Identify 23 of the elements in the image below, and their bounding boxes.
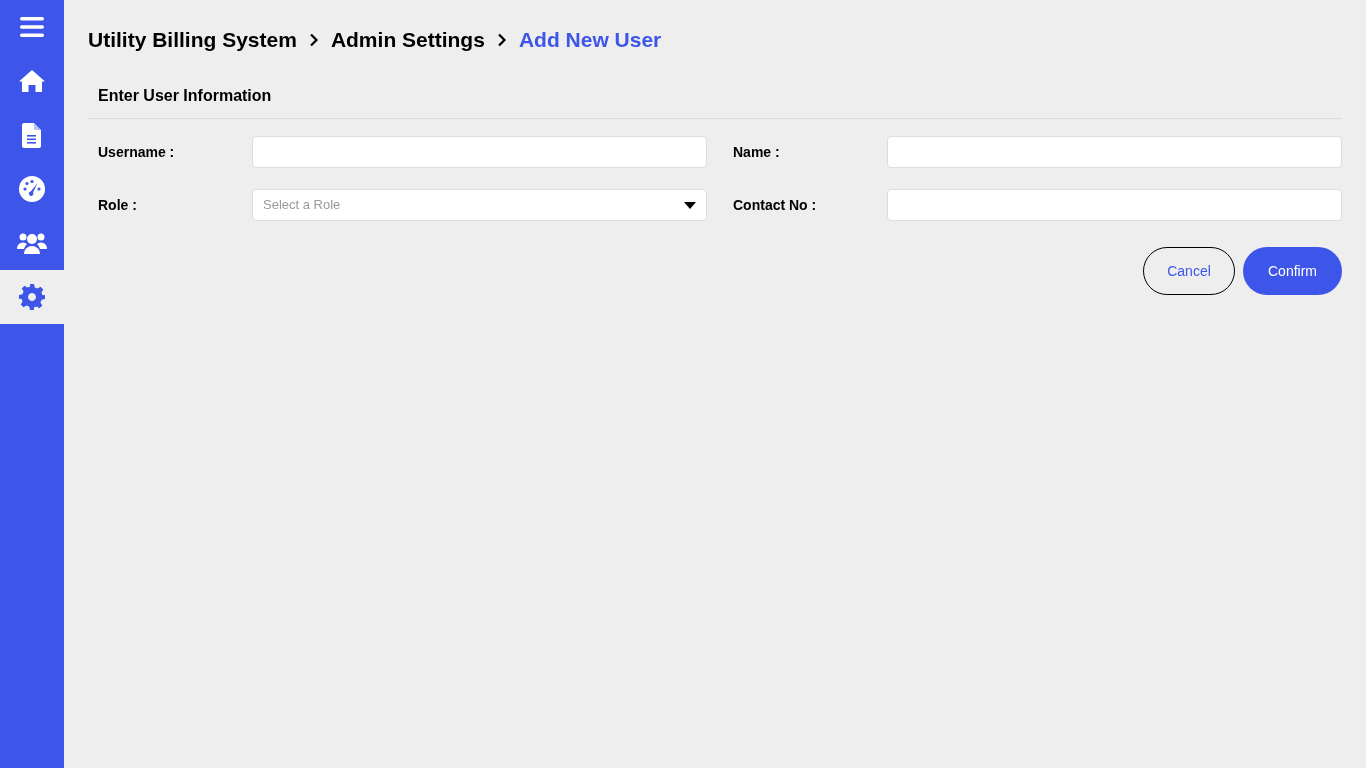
input-field[interactable] [887, 189, 1342, 221]
home-icon [18, 69, 46, 93]
confirm-button[interactable]: Confirm [1243, 247, 1342, 295]
field-label: Name : [733, 142, 781, 162]
input-field[interactable] [252, 136, 707, 168]
breadcrumb-link[interactable]: Utility Billing System [88, 24, 297, 56]
sidebar-item[interactable] [0, 270, 64, 324]
field-label: Role : [98, 195, 138, 215]
users-icon [17, 231, 47, 255]
section-title: Enter User Information [98, 87, 272, 104]
breadcrumb-link[interactable]: Admin Settings [330, 24, 485, 56]
gear-icon [19, 284, 45, 310]
chevron-icon [496, 33, 507, 47]
chevron-icon [308, 33, 319, 47]
gauge-icon [19, 176, 45, 202]
breadcrumb-current: Add New User [518, 27, 662, 54]
caret-icon [684, 201, 696, 209]
role-dropdown[interactable]: Select a Role [252, 189, 707, 221]
field-label: Contact No : [733, 195, 818, 215]
input-field[interactable] [887, 136, 1342, 168]
menu-icon [19, 16, 45, 38]
field-label: Username : [98, 142, 176, 162]
document-icon [22, 122, 42, 148]
